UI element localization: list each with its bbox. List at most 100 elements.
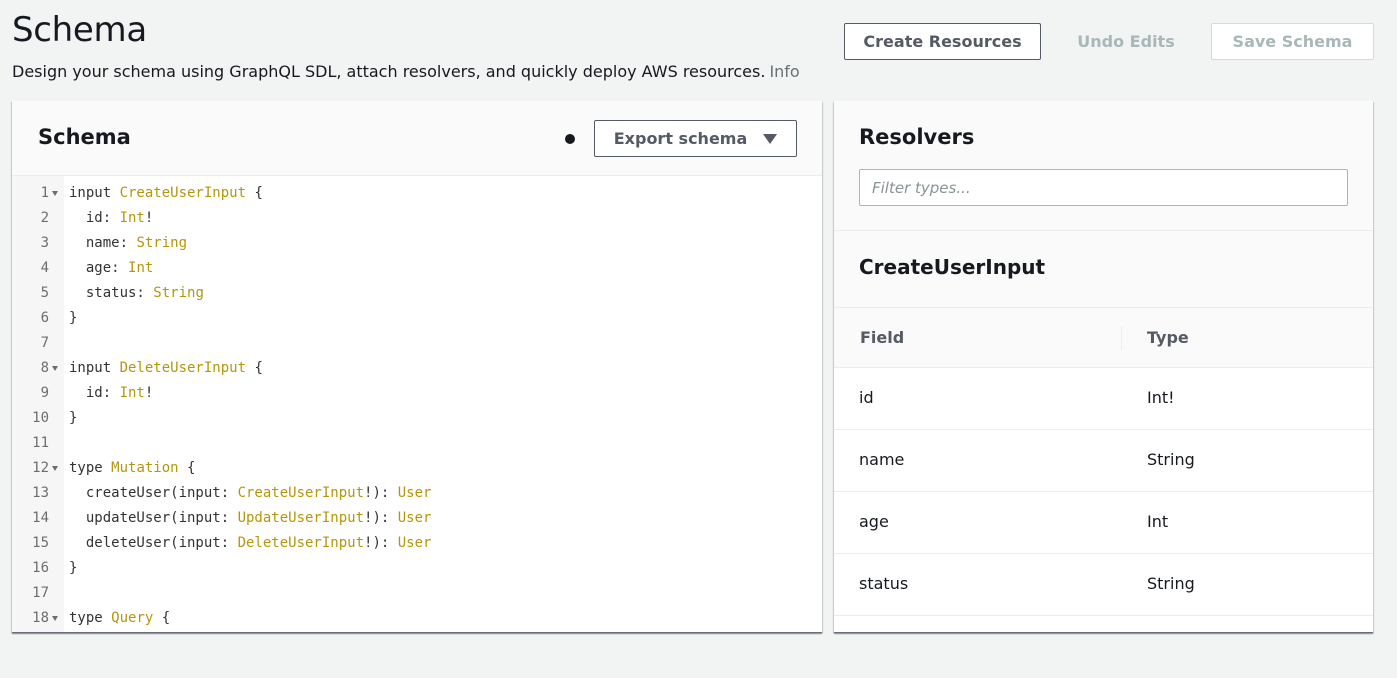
type-token: CreateUserInput — [237, 485, 365, 501]
unsaved-dot-icon — [565, 134, 575, 144]
code-token: !): — [364, 510, 398, 526]
line-number: 12 — [32, 460, 49, 476]
type-token: Int — [128, 260, 154, 276]
code-text: age: Int — [69, 256, 153, 281]
resolvers-panel-header: Resolvers — [834, 101, 1373, 230]
code-text: createUser(input: CreateUserInput!): Use… — [69, 481, 432, 506]
code-text: input DeleteUserInput { — [69, 356, 263, 381]
code-line[interactable]: 10} — [12, 406, 822, 431]
line-number: 13 — [32, 485, 49, 501]
code-token: input — [69, 360, 120, 376]
line-number: 14 — [32, 510, 49, 526]
page-description: Design your schema using GraphQL SDL, at… — [12, 62, 800, 81]
code-text: updateUser(input: UpdateUserInput!): Use… — [69, 506, 432, 531]
export-schema-label: Export schema — [613, 129, 748, 148]
code-text: type Mutation { — [69, 456, 195, 481]
code-line[interactable]: 16} — [12, 556, 822, 581]
filter-types-input[interactable] — [859, 169, 1348, 206]
code-text: id: Int! — [69, 381, 153, 406]
line-number: 10 — [32, 410, 49, 426]
code-token: input — [69, 185, 120, 201]
field-cell: name — [859, 450, 905, 469]
create-resources-button[interactable]: Create Resources — [844, 23, 1041, 60]
code-line[interactable]: 11 — [12, 431, 822, 456]
line-number: 5 — [40, 285, 49, 301]
code-line[interactable]: 8 input DeleteUserInput { — [12, 356, 822, 381]
code-token: createUser(input: — [69, 485, 238, 501]
code-token: } — [69, 560, 78, 576]
fold-toggle-icon[interactable] — [52, 466, 58, 471]
line-number: 6 — [40, 310, 49, 326]
field-cell: id — [859, 388, 874, 407]
type-token: Int — [119, 210, 145, 226]
code-line[interactable]: 17 — [12, 581, 822, 606]
save-schema-button[interactable]: Save Schema — [1211, 23, 1374, 60]
code-text: status: String — [69, 281, 204, 306]
code-token: !): — [364, 535, 398, 551]
type-token: UpdateUserInput — [237, 510, 365, 526]
type-cell: String — [1147, 574, 1195, 593]
line-number: 16 — [32, 560, 49, 576]
code-line[interactable]: 15 deleteUser(input: DeleteUserInput!): … — [12, 531, 822, 556]
field-cell: age — [859, 512, 889, 531]
fold-toggle-icon[interactable] — [52, 616, 58, 621]
schema-panel: Schema Export schema 1 input CreateUserIn… — [12, 101, 822, 633]
code-line[interactable]: 4 age: Int — [12, 256, 822, 281]
code-line[interactable]: 9 id: Int! — [12, 381, 822, 406]
code-line[interactable]: 14 updateUser(input: UpdateUserInput!): … — [12, 506, 822, 531]
line-number: 3 — [40, 235, 49, 251]
code-line[interactable]: 5 status: String — [12, 281, 822, 306]
code-token: } — [69, 410, 78, 426]
code-token: id: — [69, 210, 120, 226]
code-text: deleteUser(input: DeleteUserInput!): Use… — [69, 531, 432, 556]
code-line[interactable]: 3 name: String — [12, 231, 822, 256]
line-number: 8 — [40, 360, 49, 376]
type-token: DeleteUserInput — [119, 360, 247, 376]
page-description-text: Design your schema using GraphQL SDL, at… — [12, 62, 766, 81]
line-number: 15 — [32, 535, 49, 551]
type-token: String — [136, 235, 188, 251]
line-number: 11 — [32, 435, 49, 451]
code-token: type — [69, 610, 112, 626]
code-line[interactable]: 7 — [12, 331, 822, 356]
code-text: } — [69, 306, 77, 331]
code-token: { — [153, 610, 171, 626]
table-row: age Int — [834, 492, 1373, 554]
fold-toggle-icon[interactable] — [52, 366, 58, 371]
line-number: 2 — [40, 210, 49, 226]
type-token: User — [397, 485, 432, 501]
fold-toggle-icon[interactable] — [52, 191, 58, 196]
code-text: input CreateUserInput { — [69, 181, 263, 206]
line-number: 4 — [40, 260, 49, 276]
schema-panel-title: Schema — [38, 125, 131, 149]
undo-edits-button[interactable]: Undo Edits — [1062, 23, 1190, 60]
info-link[interactable]: Info — [769, 62, 799, 81]
type-cell: Int! — [1147, 388, 1175, 407]
table-row: status String — [834, 554, 1373, 616]
code-line[interactable]: 6} — [12, 306, 822, 331]
code-line[interactable]: 18 type Query { — [12, 606, 822, 631]
code-line[interactable]: 1 input CreateUserInput { — [12, 181, 822, 206]
table-row: name String — [834, 430, 1373, 492]
code-text: id: Int! — [69, 206, 153, 231]
schema-code-editor[interactable]: 1 input CreateUserInput {2 id: Int! 3 name… — [12, 176, 822, 632]
type-cell: String — [1147, 450, 1195, 469]
caret-down-icon — [763, 133, 778, 144]
export-schema-button[interactable]: Export schema — [594, 120, 797, 157]
code-token: { — [246, 360, 263, 376]
column-divider — [1121, 326, 1122, 350]
code-line[interactable]: 13 createUser(input: CreateUserInput!): … — [12, 481, 822, 506]
code-text: } — [69, 406, 77, 431]
code-token: type — [69, 460, 112, 476]
schema-panel-header: Schema Export schema — [12, 101, 822, 176]
column-header-type: Type — [1147, 328, 1189, 347]
code-token: ! — [144, 210, 154, 226]
line-number: 9 — [40, 385, 49, 401]
code-line[interactable]: 2 id: Int! — [12, 206, 822, 231]
code-token: updateUser(input: — [69, 510, 238, 526]
code-text: name: String — [69, 231, 187, 256]
code-token: name: — [69, 235, 137, 251]
code-line[interactable]: 12 type Mutation { — [12, 456, 822, 481]
type-token: User — [397, 510, 432, 526]
type-token: String — [153, 285, 204, 301]
